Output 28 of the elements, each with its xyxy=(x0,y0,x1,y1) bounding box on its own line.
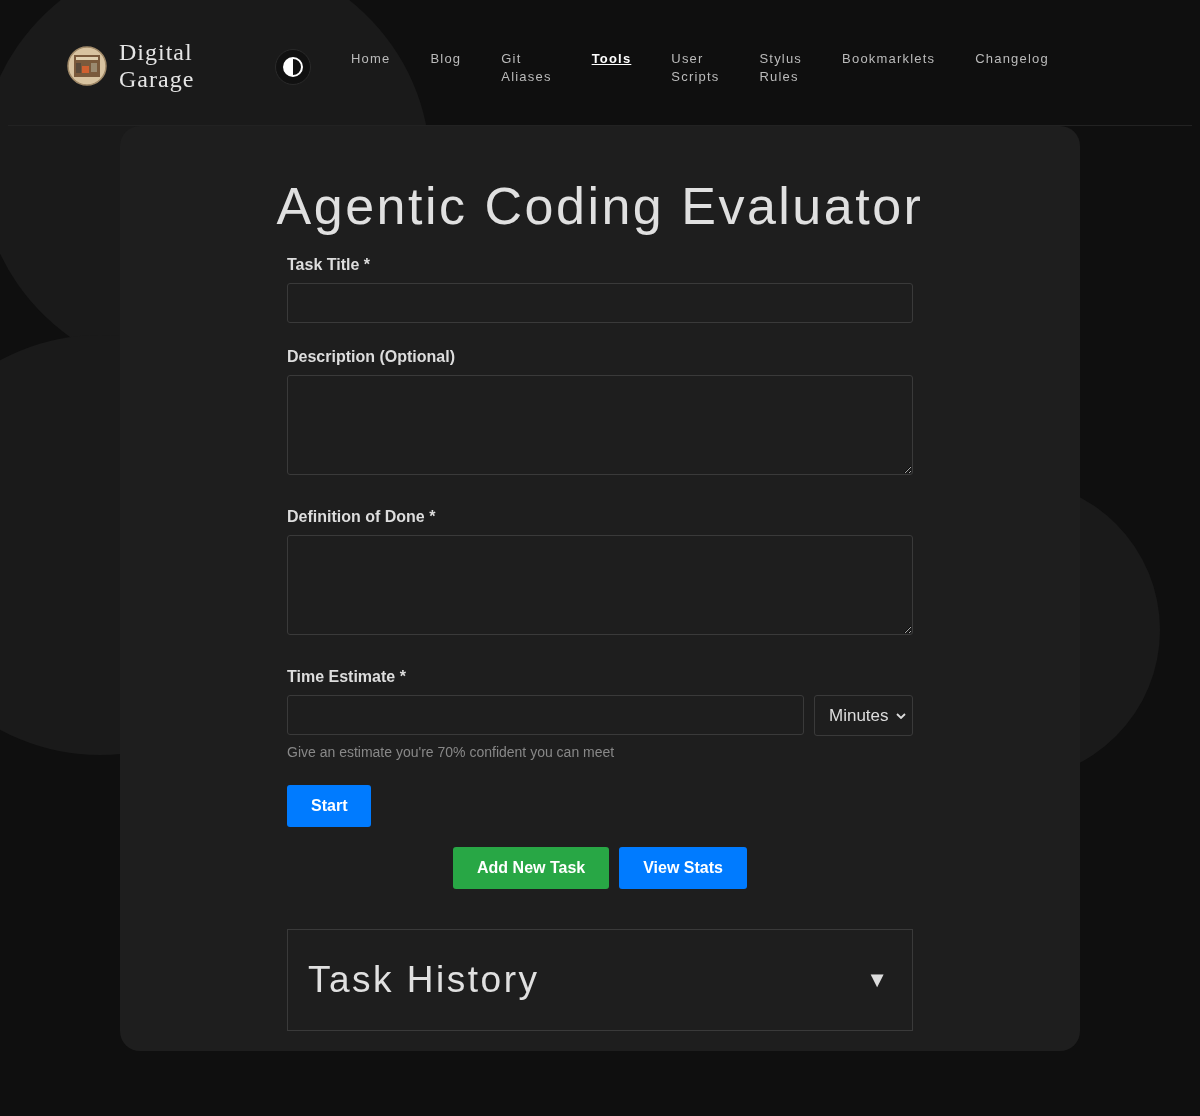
site-title[interactable]: Digital Garage xyxy=(119,39,219,93)
nav-link[interactable]: Git Aliases xyxy=(501,50,552,86)
task-history-panel[interactable]: Task History ▼ xyxy=(287,929,913,1031)
nav-link[interactable]: Bookmarklets xyxy=(842,50,936,86)
field-label: Definition of Done * xyxy=(287,508,437,526)
contrast-icon xyxy=(283,57,303,77)
nav-link[interactable]: Changelog xyxy=(975,50,1049,86)
field-label: Time Estimate * xyxy=(287,668,407,686)
section-title: Task History xyxy=(308,959,540,1001)
nav-link[interactable]: User Scripts xyxy=(671,50,720,86)
action-button[interactable]: View Stats xyxy=(619,847,747,889)
input-field[interactable] xyxy=(287,283,913,323)
chevron-down-icon xyxy=(896,712,906,719)
input-field[interactable] xyxy=(287,695,804,735)
unit-dropdown[interactable]: Minutes xyxy=(814,695,913,736)
nav-link[interactable]: Tools xyxy=(591,50,632,86)
page-title: Agentic Coding Evaluator xyxy=(276,176,924,237)
text-area[interactable] xyxy=(287,535,913,635)
field-label: Task Title * xyxy=(287,256,371,274)
logo-icon[interactable] xyxy=(67,46,107,86)
nav-link[interactable]: Blog xyxy=(430,50,462,86)
nav-link[interactable]: Stylus Rules xyxy=(759,50,803,86)
hint-text: Give an estimate you're 70% confident you can meet xyxy=(287,744,616,760)
expand-toggle[interactable]: ▼ xyxy=(866,967,888,993)
nav-link[interactable]: Home xyxy=(351,50,391,86)
field-label: Description (Optional) xyxy=(287,348,456,366)
start-button[interactable]: Start xyxy=(287,785,372,827)
text-area[interactable] xyxy=(287,375,913,475)
